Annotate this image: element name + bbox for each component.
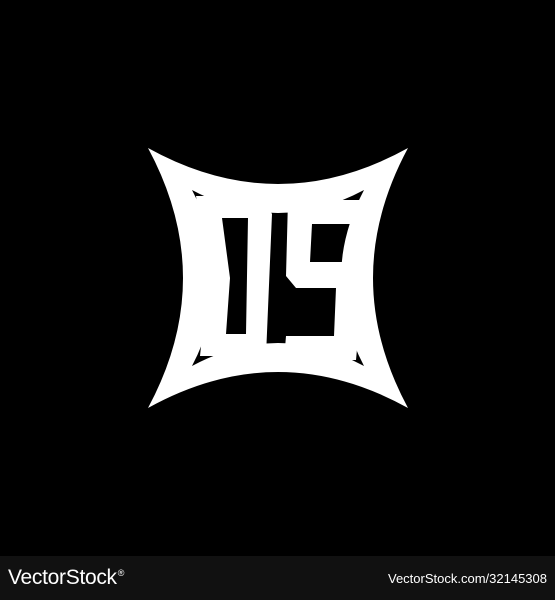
page: VectorStock® VectorStock.com/32145308	[0, 0, 555, 600]
watermark-brand: VectorStock®	[8, 566, 125, 589]
star-frame-shape	[148, 148, 408, 408]
letter-s-shape	[284, 200, 366, 360]
ds-monogram-logo	[148, 148, 408, 408]
watermark-bar: VectorStock® VectorStock.com/32145308	[0, 556, 555, 600]
registered-mark: ®	[117, 568, 125, 578]
watermark-url: VectorStock.com/32145308	[388, 571, 547, 586]
